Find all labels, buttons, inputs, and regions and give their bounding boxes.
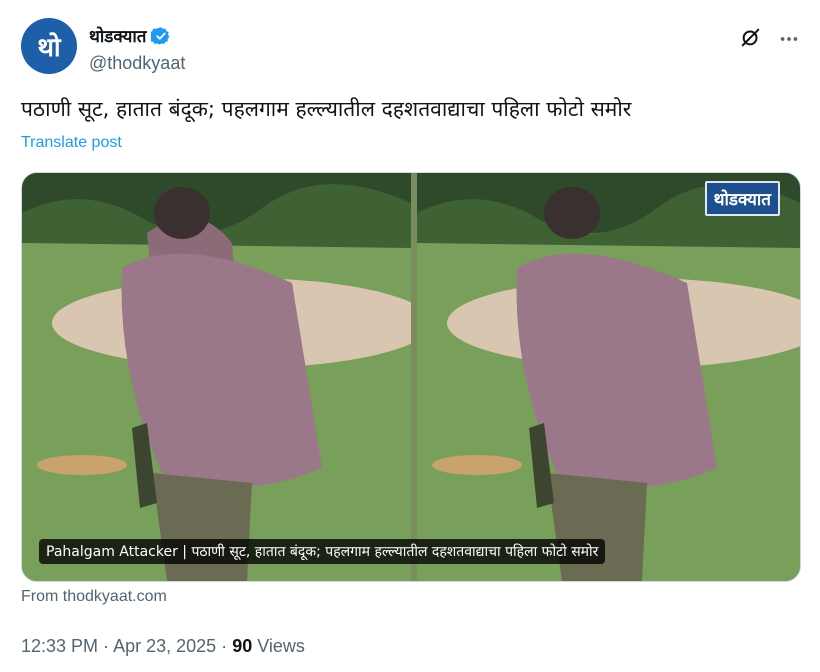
post-date[interactable]: Apr 23, 2025 [113,636,216,656]
verified-badge-icon [151,26,170,45]
post-time[interactable]: 12:33 PM [21,636,98,656]
source-link[interactable]: From thodkyaat.com [21,588,167,606]
tweet-text: पठाणी सूट, हातात बंदूक; पहलगाम हल्ल्याती… [21,97,632,121]
more-icon[interactable] [778,28,800,50]
video-frame-left [22,173,411,581]
media-card[interactable]: थोडक्यात Pahalgam Attacker | पठाणी सूट, … [21,172,801,582]
author-info: थोडक्यात @thodkyaat [89,24,185,74]
display-name[interactable]: थोडक्यात [89,24,146,47]
meta-separator: · [221,636,228,656]
translate-post-link[interactable]: Translate post [21,134,122,152]
grok-icon[interactable] [740,26,762,48]
video-frame-right [417,173,800,581]
views-count: 90 [232,636,253,656]
media-brand-badge: थोडक्यात [704,181,780,216]
tweet-header: थो थोडक्यात @thodkyaat [21,18,800,78]
tweet-meta: 12:33 PM · Apr 23, 2025 · 90 Views [21,636,305,657]
views-label: Views [257,636,305,656]
handle[interactable]: @thodkyaat [89,53,185,74]
media-caption: Pahalgam Attacker | पठाणी सूट, हातात बंद… [39,539,606,564]
meta-separator: · [103,636,110,656]
avatar[interactable]: थो [21,18,77,74]
